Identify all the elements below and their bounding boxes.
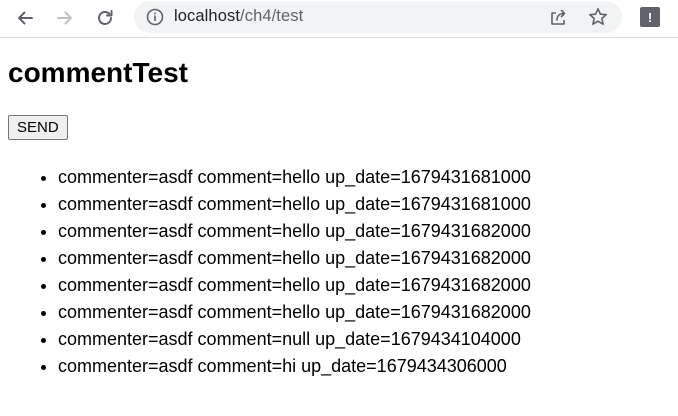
list-item: commenter=asdf comment=hello up_date=167… — [58, 191, 531, 218]
send-button[interactable]: SEND — [8, 115, 68, 140]
reload-button[interactable] — [92, 5, 118, 31]
list-item: commenter=asdf comment=hello up_date=167… — [58, 164, 531, 191]
reload-icon — [98, 10, 113, 25]
list-item: commenter=asdf comment=hello up_date=167… — [58, 299, 531, 326]
list-item: commenter=asdf comment=hi up_date=167943… — [58, 353, 531, 380]
list-item: commenter=asdf comment=hello up_date=167… — [58, 218, 531, 245]
info-icon[interactable] — [146, 8, 164, 26]
list-item: commenter=asdf comment=hello up_date=167… — [58, 272, 531, 299]
page-title: commentTest — [8, 57, 188, 88]
star-icon[interactable] — [587, 6, 609, 28]
browser-toolbar: localhost/ch4/test ! — [0, 0, 678, 38]
share-icon[interactable] — [548, 7, 568, 27]
address-bar[interactable]: localhost/ch4/test — [134, 1, 622, 33]
back-button[interactable] — [12, 5, 38, 31]
list-item: commenter=asdf comment=null up_date=1679… — [58, 326, 531, 353]
arrow-left-icon — [18, 11, 33, 25]
url-host: localhost — [174, 7, 241, 25]
url-text[interactable]: localhost/ch4/test — [174, 7, 303, 26]
list-item: commenter=asdf comment=hello up_date=167… — [58, 245, 531, 272]
extension-icon[interactable]: ! — [640, 7, 660, 27]
url-path: /ch4/test — [240, 7, 304, 25]
forward-button[interactable] — [52, 5, 78, 31]
comment-list: commenter=asdf comment=hello up_date=167… — [8, 164, 531, 380]
arrow-right-icon — [57, 11, 72, 25]
